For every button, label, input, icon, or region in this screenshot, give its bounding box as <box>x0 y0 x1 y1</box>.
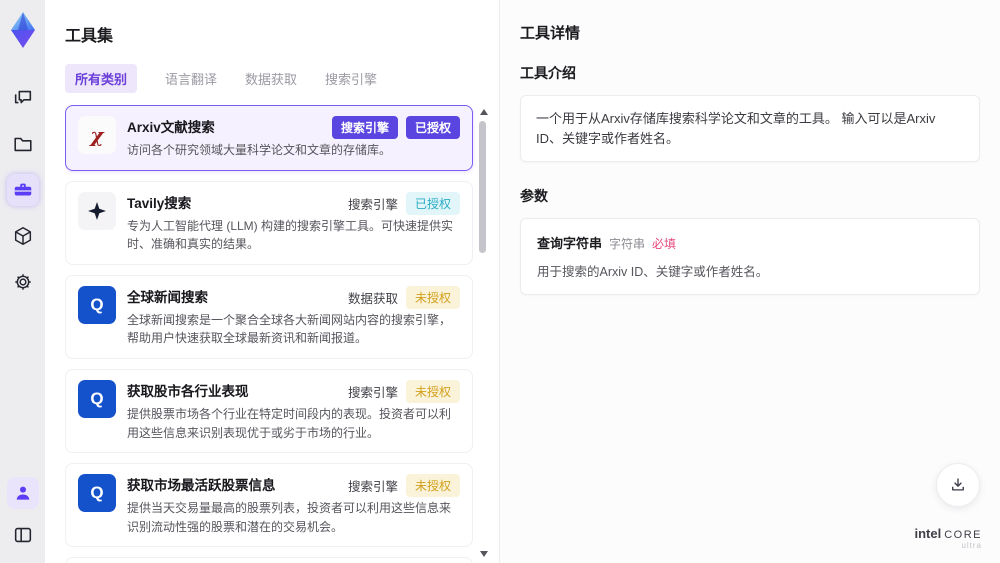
tool-card-active-stocks[interactable]: Q 获取市场最活跃股票信息 搜索引擎 未授权 提供当天交易量最高的股票列表，投资… <box>65 463 473 548</box>
tool-description: 提供当天交易量最高的股票列表，投资者可以利用这些信息来识别流动性强的股票和潜在的… <box>127 501 452 534</box>
tool-card-stock-sectors[interactable]: Q 获取股市各行业表现 搜索引擎 未授权 提供股票市场各个行业在特定时间段内的表… <box>65 368 473 454</box>
user-icon[interactable] <box>6 477 39 509</box>
card-body: 全球新闻搜索 数据获取 未授权 全球新闻搜索是一个聚合全球各大新闻网站内容的搜索… <box>127 285 460 348</box>
status-badge: 已授权 <box>405 191 460 215</box>
tool-card-regional-news[interactable]: 万维地区新闻查询 搜索引擎 未授权 查询具体行政区划内的新闻，快速了解各地新闻动 <box>65 557 473 563</box>
intel-core-logo: intel core ultra <box>914 525 982 551</box>
card-body: Arxiv文献搜索 搜索引擎 已授权 访问各个研究领域大量科学论文和文章的存储库… <box>127 116 460 160</box>
status-badge: 未授权 <box>405 379 460 403</box>
news-q-icon: Q <box>78 474 116 513</box>
card-body: 获取市场最活跃股票信息 搜索引擎 未授权 提供当天交易量最高的股票列表，投资者可… <box>127 474 460 536</box>
param-description: 用于搜索的Arxiv ID、关键字或作者姓名。 <box>537 265 769 279</box>
tool-intro-box: 一个用于从Arxiv存储库搜索科学论文和文章的工具。 输入可以是Arxiv ID… <box>520 95 980 162</box>
intro-heading: 工具介绍 <box>520 65 576 81</box>
param-type: 字符串 <box>609 237 646 251</box>
tavily-icon <box>78 191 116 230</box>
parameter-card: 查询字符串 字符串 必填 用于搜索的Arxiv ID、关键字或作者姓名。 <box>520 218 980 295</box>
category-label: 搜索引擎 <box>347 197 398 212</box>
folder-icon[interactable] <box>7 128 39 160</box>
tool-description: 访问各个研究领域大量科学论文和文章的存储库。 <box>127 143 392 157</box>
brand-ultra: ultra <box>961 541 982 551</box>
scroll-up-arrow-icon[interactable] <box>480 109 488 115</box>
news-q-icon: Q <box>78 285 116 324</box>
tab-all-categories[interactable]: 所有类别 <box>65 64 138 93</box>
package-icon[interactable] <box>7 220 39 252</box>
status-badge: 未授权 <box>405 285 460 309</box>
tab-language-translation[interactable]: 语言翻译 <box>165 64 217 93</box>
news-q-icon: Q <box>78 379 116 418</box>
category-tabs: 所有类别 语言翻译 数据获取 搜索引擎 <box>65 64 489 93</box>
status-badge: 已授权 <box>405 116 460 139</box>
sidebar-bottom-nav <box>6 477 39 551</box>
tool-list-panel: 工具集 所有类别 语言翻译 数据获取 搜索引擎 χ Arxiv文献搜索 搜索引擎… <box>45 0 500 563</box>
chat-icon[interactable] <box>7 82 39 114</box>
tool-list: χ Arxiv文献搜索 搜索引擎 已授权 访问各个研究领域大量科学论文和文章的存… <box>65 105 489 563</box>
brand-core: core <box>944 528 982 541</box>
tool-name: 获取股市各行业表现 <box>127 383 249 399</box>
tool-description: 全球新闻搜索是一个聚合全球各大新闻网站内容的搜索引擎，帮助用户快速获取全球最新资… <box>127 312 452 346</box>
tool-name: Tavily搜索 <box>127 195 192 211</box>
download-button[interactable] <box>936 463 980 507</box>
tool-name: Arxiv文献搜索 <box>127 120 215 135</box>
toolbox-icon[interactable] <box>6 174 39 206</box>
tool-name: 全球新闻搜索 <box>127 289 208 305</box>
card-body: 获取股市各行业表现 搜索引擎 未授权 提供股票市场各个行业在特定时间段内的表现。… <box>127 379 460 442</box>
app-logo-icon <box>5 8 41 52</box>
scrollbar-thumb[interactable] <box>479 121 486 253</box>
tool-detail-panel: 工具详情 工具介绍 一个用于从Arxiv存储库搜索科学论文和文章的工具。 输入可… <box>500 0 1000 563</box>
tab-search-engine[interactable]: 搜索引擎 <box>325 64 377 93</box>
category-label: 搜索引擎 <box>347 480 398 495</box>
category-badge: 搜索引擎 <box>331 116 398 139</box>
panel-toggle-icon[interactable] <box>7 519 39 551</box>
arxiv-icon: χ <box>78 116 116 154</box>
detail-title: 工具详情 <box>520 25 581 42</box>
card-body: Tavily搜索 搜索引擎 已授权 专为人工智能代理 (LLM) 构建的搜索引擎… <box>127 191 460 254</box>
tool-card-arxiv[interactable]: χ Arxiv文献搜索 搜索引擎 已授权 访问各个研究领域大量科学论文和文章的存… <box>65 105 473 171</box>
param-name: 查询字符串 <box>537 236 603 251</box>
scroll-down-arrow-icon[interactable] <box>480 551 488 557</box>
list-scrollbar[interactable] <box>477 105 489 559</box>
tab-data-fetch[interactable]: 数据获取 <box>245 64 297 93</box>
status-badge: 未授权 <box>405 474 460 498</box>
app-window: 工具集 所有类别 语言翻译 数据获取 搜索引擎 χ Arxiv文献搜索 搜索引擎… <box>0 0 1000 563</box>
tool-description: 专为人工智能代理 (LLM) 构建的搜索引擎工具。可快速提供实时、准确和真实的结… <box>127 218 454 252</box>
category-label: 数据获取 <box>347 291 398 306</box>
tool-name: 获取市场最活跃股票信息 <box>127 478 276 494</box>
settings-gear-icon[interactable] <box>7 266 39 298</box>
tool-description: 提供股票市场各个行业在特定时间段内的表现。投资者可以利用这些信息来识别表现优于或… <box>127 406 452 440</box>
params-heading: 参数 <box>520 188 548 204</box>
brand-intel: intel <box>914 525 942 541</box>
param-required-flag: 必填 <box>652 237 677 251</box>
sidebar <box>0 0 45 563</box>
category-label: 搜索引擎 <box>347 385 398 400</box>
tool-card-tavily[interactable]: Tavily搜索 搜索引擎 已授权 专为人工智能代理 (LLM) 构建的搜索引擎… <box>65 180 473 265</box>
tool-card-global-news[interactable]: Q 全球新闻搜索 数据获取 未授权 全球新闻搜索是一个聚合全球各大新闻网站内容的… <box>65 274 473 359</box>
sidebar-nav <box>6 82 39 298</box>
page-title: 工具集 <box>65 28 114 45</box>
